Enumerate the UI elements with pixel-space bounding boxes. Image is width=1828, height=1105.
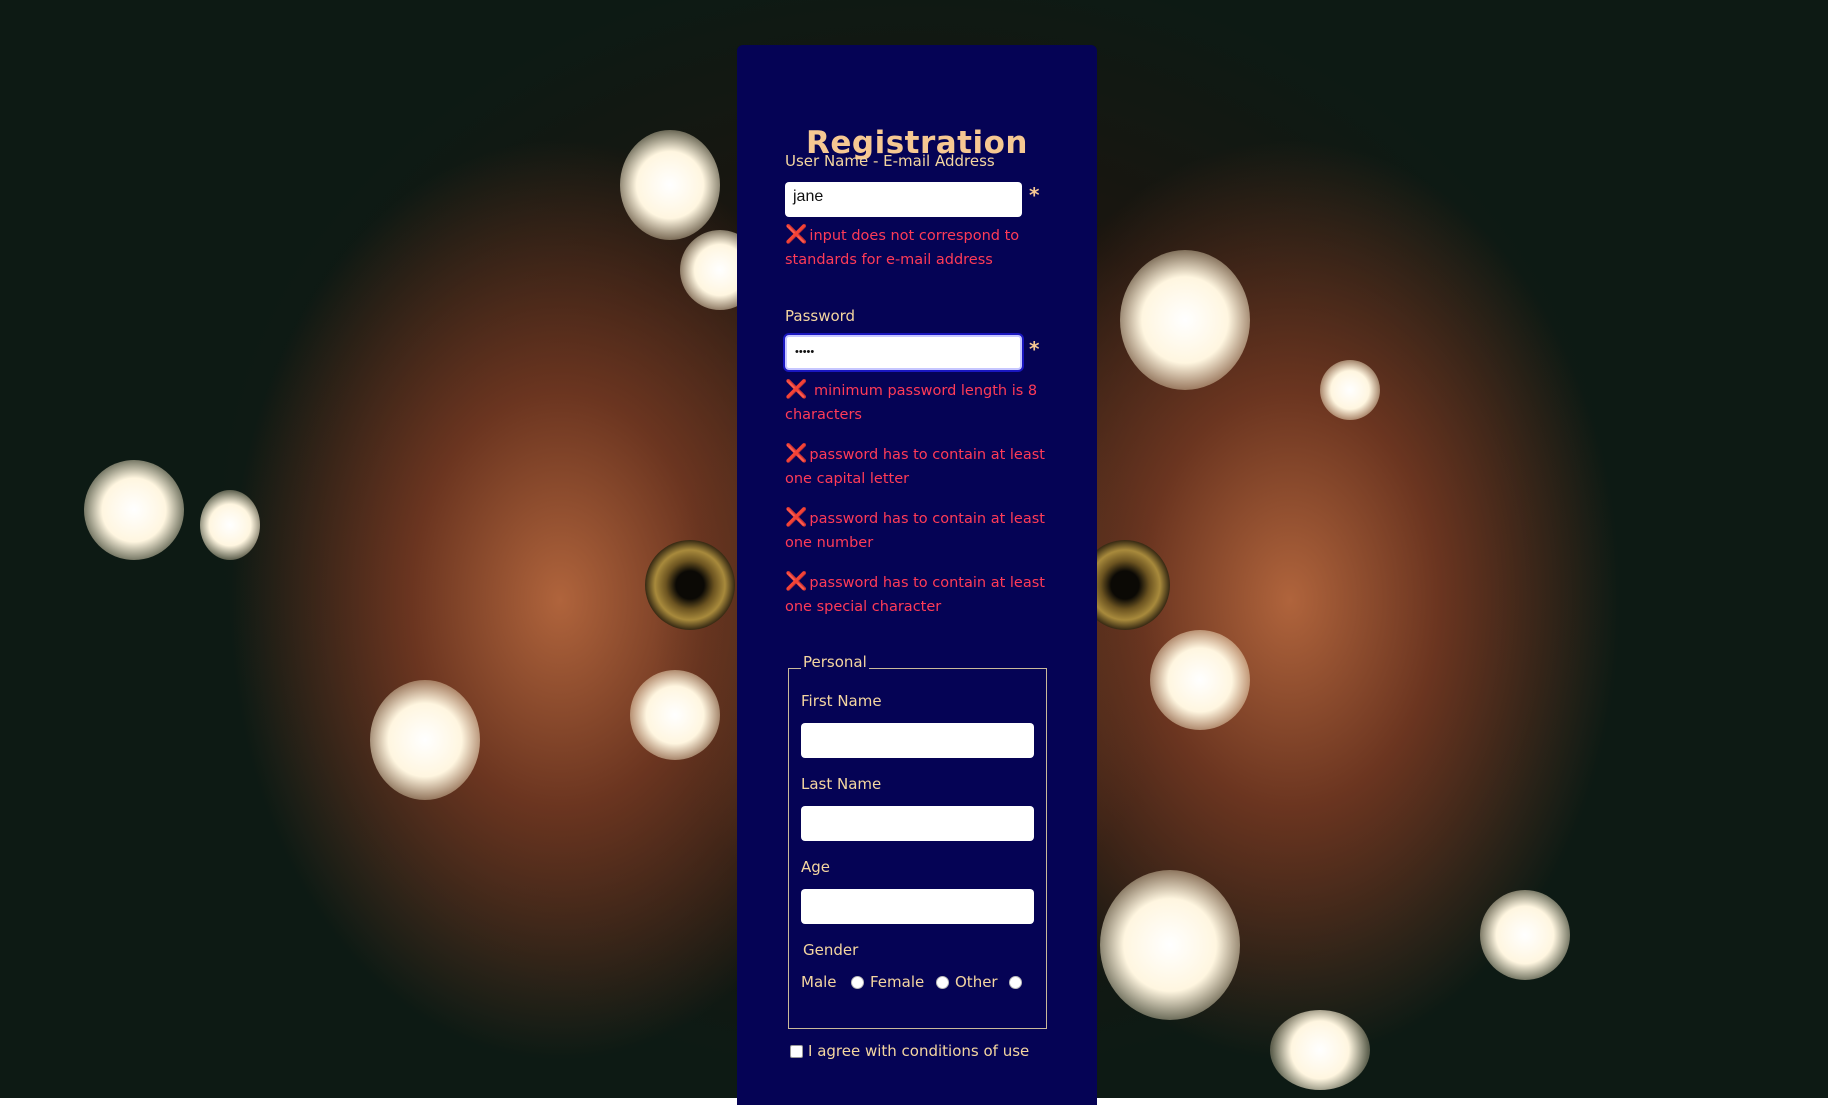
bokeh-light bbox=[1270, 1010, 1370, 1090]
gender-other-radio[interactable] bbox=[1009, 976, 1022, 989]
error-icon: ❌ bbox=[785, 224, 808, 245]
registration-panel: Registration User Name - E-mail Address … bbox=[737, 45, 1097, 1105]
bokeh-light bbox=[1320, 360, 1380, 420]
bokeh-light bbox=[1150, 630, 1250, 730]
error-icon: ❌ bbox=[785, 379, 808, 400]
last-name-input[interactable] bbox=[801, 806, 1034, 841]
age-input[interactable] bbox=[801, 889, 1034, 924]
bokeh-light bbox=[1100, 870, 1240, 1020]
password-error: ❌ password has to contain at least one sp… bbox=[785, 570, 1055, 619]
username-error: ❌ input does not correspond to standards … bbox=[785, 223, 1055, 272]
bokeh-light bbox=[84, 460, 184, 560]
last-name-label: Last Name bbox=[801, 775, 882, 793]
error-text: input does not correspond to standards f… bbox=[785, 228, 1020, 268]
username-input[interactable]: jane bbox=[785, 182, 1022, 217]
bokeh-light bbox=[1120, 250, 1250, 390]
gender-label: Gender bbox=[803, 941, 859, 959]
bokeh-light bbox=[630, 670, 720, 760]
required-marker: * bbox=[1029, 183, 1040, 207]
gender-option-other-label: Other bbox=[955, 973, 998, 991]
error-icon: ❌ bbox=[785, 571, 808, 592]
first-name-label: First Name bbox=[801, 692, 882, 710]
password-error: ❌ password has to contain at least one nu… bbox=[785, 506, 1055, 555]
error-text: minimum password length is 8 characters bbox=[785, 383, 1038, 423]
gender-male-radio[interactable] bbox=[851, 976, 864, 989]
bokeh-light bbox=[620, 130, 720, 240]
first-name-input[interactable] bbox=[801, 723, 1034, 758]
error-icon: ❌ bbox=[785, 443, 808, 464]
bokeh-light bbox=[370, 680, 480, 800]
personal-legend: Personal bbox=[801, 653, 869, 671]
bokeh-light bbox=[200, 490, 260, 560]
password-error: ❌ password has to contain at least one ca… bbox=[785, 442, 1055, 491]
gender-option-female-label: Female bbox=[870, 973, 925, 991]
error-text: password has to contain at least one num… bbox=[785, 511, 1045, 551]
agree-label: I agree with conditions of use bbox=[808, 1042, 1030, 1060]
error-text: password has to contain at least one cap… bbox=[785, 447, 1045, 487]
gender-female-radio[interactable] bbox=[936, 976, 949, 989]
username-label: User Name - E-mail Address bbox=[785, 152, 995, 170]
required-marker: * bbox=[1029, 337, 1040, 361]
error-text: password has to contain at least one spe… bbox=[785, 575, 1045, 615]
gender-option-male-label: Male bbox=[801, 973, 837, 991]
eye bbox=[645, 540, 735, 630]
bokeh-light bbox=[1480, 890, 1570, 980]
agree-checkbox[interactable] bbox=[790, 1045, 803, 1058]
password-label: Password bbox=[785, 307, 856, 325]
password-error: ❌ minimum password length is 8 character… bbox=[785, 378, 1055, 427]
error-icon: ❌ bbox=[785, 507, 808, 528]
age-label: Age bbox=[801, 858, 831, 876]
password-input[interactable]: ••••• bbox=[785, 335, 1022, 370]
